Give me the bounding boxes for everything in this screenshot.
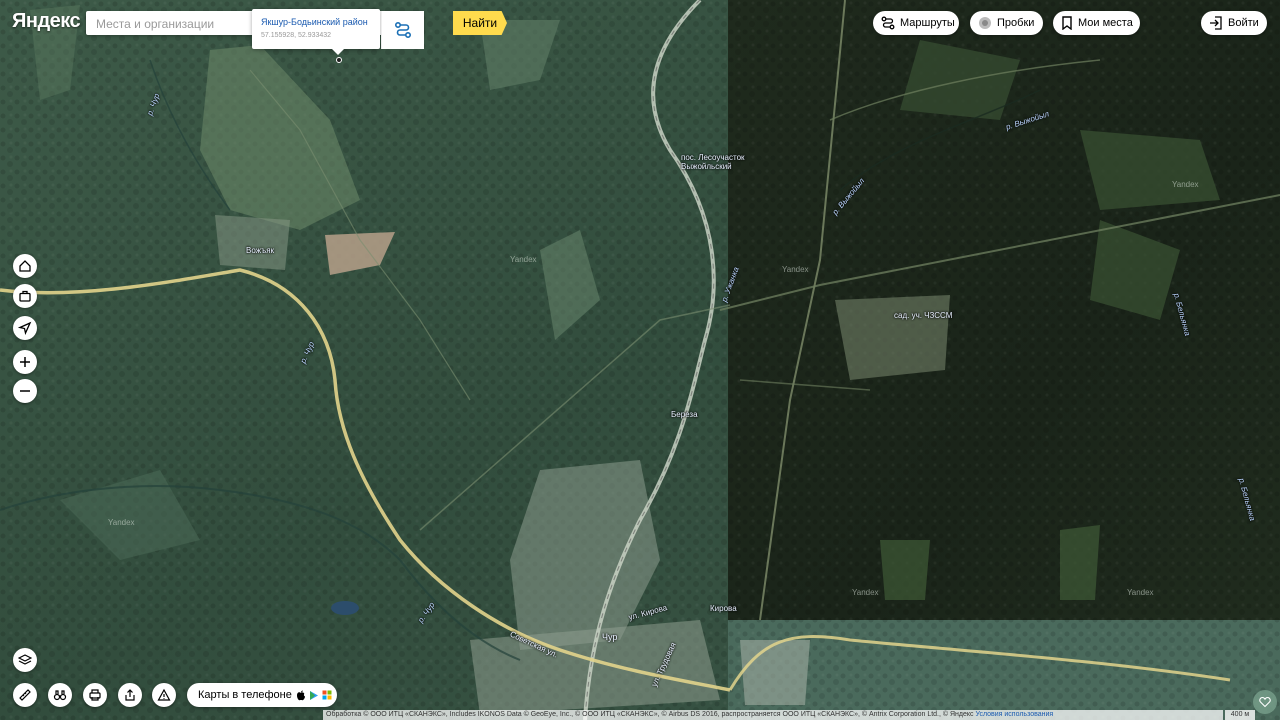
route-button[interactable]	[381, 11, 424, 49]
binoculars-icon	[53, 690, 67, 701]
zoom-out-button[interactable]	[13, 379, 37, 403]
mobile-app-promo[interactable]: Карты в телефоне	[187, 683, 337, 707]
share-icon	[125, 689, 135, 701]
scale-bar: 400 м	[1225, 710, 1255, 720]
warning-icon	[157, 688, 171, 701]
layers-button[interactable]	[13, 648, 37, 672]
watermark: Yandex	[782, 265, 809, 274]
watermark: Yandex	[852, 588, 879, 597]
yandex-logo[interactable]: Яндекс	[12, 10, 81, 33]
location-marker[interactable]	[336, 57, 342, 63]
home-button[interactable]	[13, 254, 37, 278]
settlement-label: пос. Лесоучасток Выжойльский	[681, 153, 745, 171]
watermark: Yandex	[1172, 180, 1199, 189]
geolocation-button[interactable]	[13, 316, 37, 340]
login-icon	[1209, 16, 1223, 30]
my-places-label: Мои места	[1078, 17, 1133, 29]
my-places-button[interactable]: Мои места	[1053, 11, 1140, 35]
home-icon	[19, 260, 31, 272]
village-label: Чур	[602, 632, 618, 642]
heart-icon	[1259, 696, 1271, 708]
location-coords: 57.155928, 52.933432	[261, 32, 332, 39]
terms-link[interactable]: Условия использования	[976, 711, 1054, 718]
map-canvas[interactable]: р. Чур р. Чур р. Чур р. Выжойыл р. Выжой…	[0, 0, 1280, 720]
windows-icon	[322, 690, 332, 700]
print-button[interactable]	[83, 683, 107, 707]
traffic-button[interactable]: Пробки	[970, 11, 1043, 35]
route-icon	[394, 21, 412, 39]
traffic-label: Пробки	[997, 17, 1035, 29]
copyright-text: Обработка © ООО ИТЦ «СКАНЭКС», Includes …	[326, 711, 974, 718]
briefcase-icon	[19, 290, 31, 302]
route-icon	[881, 16, 895, 30]
panorama-button[interactable]	[48, 683, 72, 707]
ruler-button[interactable]	[13, 683, 37, 707]
login-label: Войти	[1228, 17, 1259, 29]
briefcase-button[interactable]	[13, 284, 37, 308]
apple-icon	[296, 690, 305, 700]
find-button[interactable]: Найти	[453, 11, 507, 35]
mobile-app-label: Карты в телефоне	[198, 689, 292, 701]
watermark: Yandex	[510, 255, 537, 264]
navigation-arrow-icon	[18, 321, 32, 335]
report-error-button[interactable]	[152, 683, 176, 707]
street-label: Кирова	[710, 604, 737, 613]
plus-icon	[20, 357, 30, 367]
garden-label: сад. уч. ЧЗССМ	[894, 311, 953, 320]
ruler-icon	[19, 689, 31, 701]
routes-button[interactable]: Маршруты	[873, 11, 959, 35]
village-label: Береза	[671, 410, 698, 419]
minus-icon	[20, 390, 30, 392]
location-title[interactable]: Якшур-Бодьинский район	[261, 17, 368, 27]
printer-icon	[89, 689, 101, 701]
search-input[interactable]	[94, 11, 253, 37]
login-button[interactable]: Войти	[1201, 11, 1267, 35]
village-label: Вожъяк	[246, 246, 275, 255]
feedback-button[interactable]	[1253, 690, 1277, 714]
google-play-icon	[309, 690, 318, 700]
watermark: Yandex	[108, 518, 135, 527]
zoom-in-button[interactable]	[13, 350, 37, 374]
watermark: Yandex	[1127, 588, 1154, 597]
share-button[interactable]	[118, 683, 142, 707]
layers-icon	[18, 654, 32, 665]
traffic-icon	[978, 16, 992, 30]
bookmark-icon	[1061, 16, 1073, 30]
location-popup[interactable]: Якшур-Бодьинский район 57.155928, 52.933…	[252, 9, 380, 55]
routes-label: Маршруты	[900, 17, 955, 29]
copyright-bar: Обработка © ООО ИТЦ «СКАНЭКС», Includes …	[323, 710, 1223, 720]
